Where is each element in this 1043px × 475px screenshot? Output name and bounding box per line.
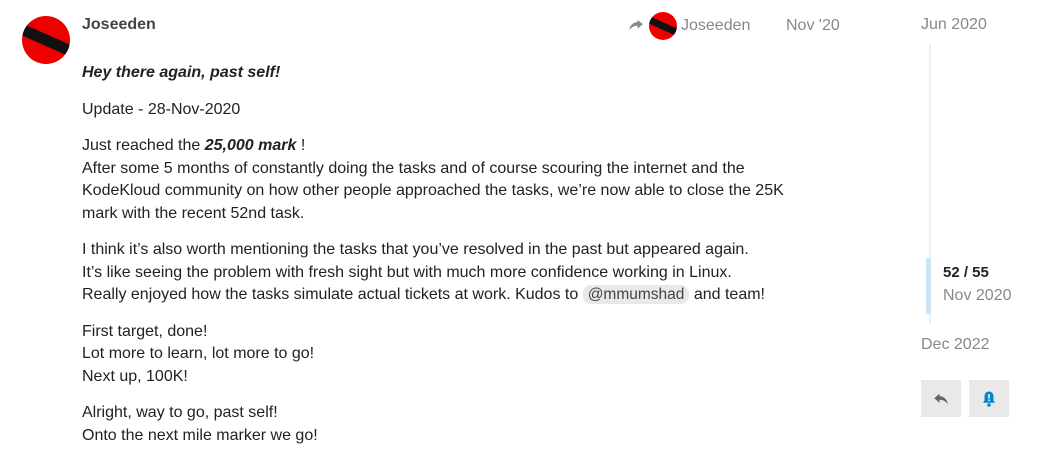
reflection-line-3-prefix: Really enjoyed how the tasks simulate ac… (82, 286, 583, 303)
user-avatar[interactable] (22, 16, 70, 64)
user-mention[interactable]: @mmumshad (582, 285, 690, 304)
paragraph-targets: First target, done! Lot more to learn, l… (82, 321, 822, 389)
target-line-3: Next up, 100K! (82, 367, 188, 385)
target-line-1: First target, done! (82, 322, 208, 340)
post-date[interactable]: Nov '20 (786, 17, 840, 35)
milestone-details: After some 5 months of constantly doing … (82, 159, 784, 222)
notification-button[interactable] (969, 380, 1009, 417)
closing-line-1: Alright, way to go, past self! (82, 404, 278, 421)
reflection-line-1: I think it’s also worth mentioning the t… (82, 241, 749, 258)
reply-to-indicator[interactable] (627, 16, 645, 34)
milestone-suffix: ! (296, 137, 306, 154)
greeting-text: Hey there again, past self! (82, 64, 281, 81)
paragraph-reflection: I think it’s also worth mentioning the t… (82, 239, 822, 307)
paragraph-milestone: Just reached the 25,000 mark ! After som… (82, 135, 822, 225)
reply-to-avatar[interactable] (649, 12, 677, 40)
milestone-bold: 25,000 mark (204, 137, 297, 154)
post-body: Hey there again, past self! Update - 28-… (82, 62, 822, 461)
milestone-prefix: Just reached the (82, 137, 205, 154)
timeline-handle[interactable] (926, 258, 931, 314)
timeline-position: 52 / 55 (943, 264, 989, 281)
share-arrow-icon (629, 19, 643, 31)
timeline-position-date: Nov 2020 (943, 287, 1012, 304)
reply-button[interactable] (921, 380, 961, 417)
closing-line-2: Onto the next mile marker we go! (82, 426, 318, 444)
bell-alert-icon (983, 391, 995, 407)
post-username[interactable]: Joseeden (82, 16, 156, 34)
reply-to-username[interactable]: Joseeden (681, 17, 750, 35)
timeline-start-date[interactable]: Jun 2020 (921, 16, 987, 34)
target-line-2: Lot more to learn, lot more to go! (82, 345, 315, 362)
timeline-end-date[interactable]: Dec 2022 (921, 336, 990, 354)
reflection-line-2: It’s like seeing the problem with fresh … (82, 263, 732, 281)
paragraph-closing: Alright, way to go, past self! Onto the … (82, 402, 822, 447)
reply-icon (934, 393, 948, 404)
reflection-line-3-suffix: and team! (689, 286, 765, 303)
update-line: Update - 28-Nov-2020 (82, 100, 241, 118)
